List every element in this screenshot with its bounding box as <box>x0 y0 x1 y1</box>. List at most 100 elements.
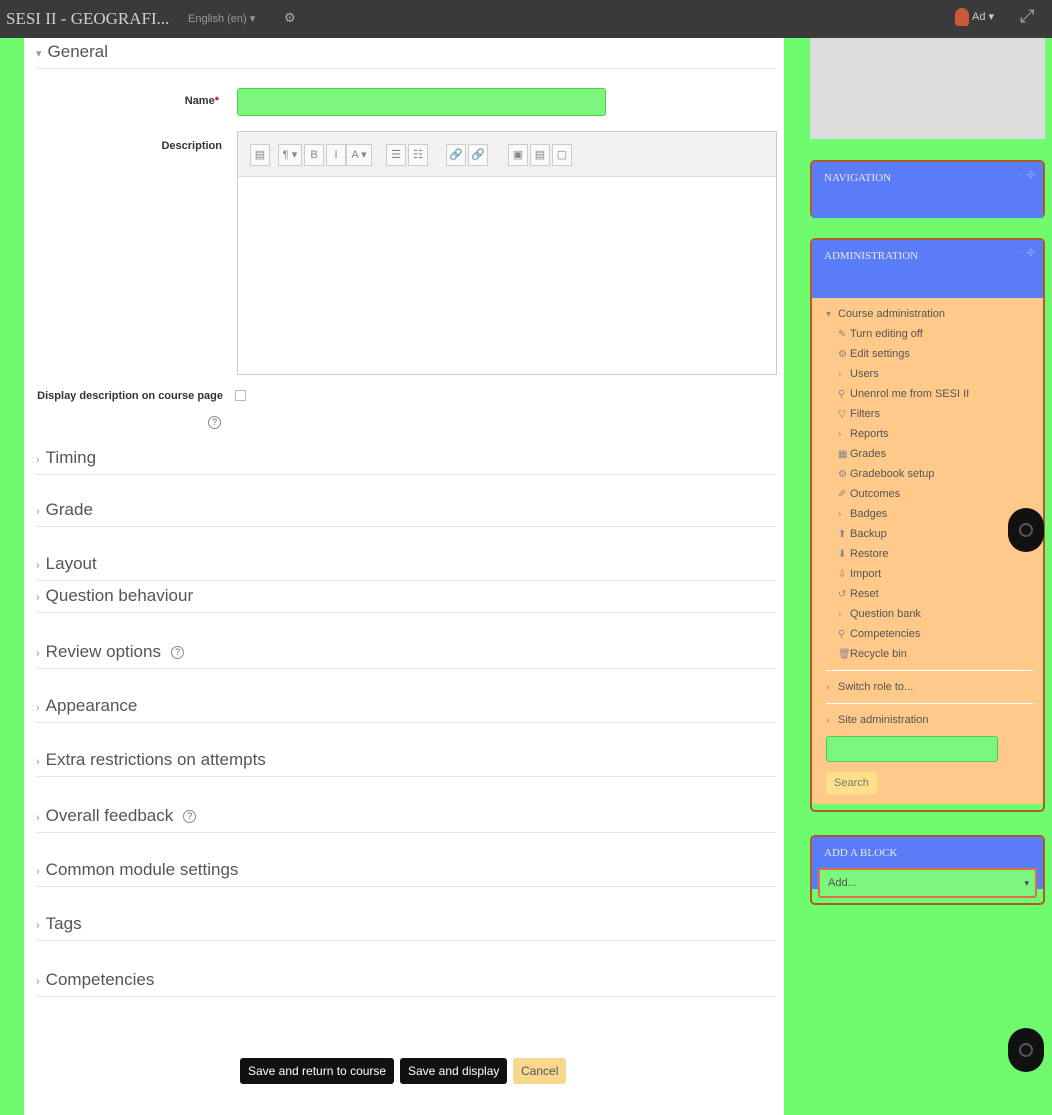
block-controls-icon[interactable]: − ✣ <box>1018 248 1035 259</box>
section-label: Competencies <box>45 970 155 989</box>
section-timing[interactable]: › Timing <box>36 448 776 475</box>
user-menu[interactable]: Ad ▾ <box>955 8 994 26</box>
toolbar-button[interactable]: ☰ <box>386 144 406 166</box>
switch-role-node[interactable]: › Switch role to... <box>826 677 1033 697</box>
toolbar-button[interactable]: I <box>326 144 346 166</box>
language-menu[interactable]: English (en) ▾ <box>188 12 255 25</box>
block-controls-icon[interactable]: − ✣ <box>1018 170 1035 181</box>
toolbar-button[interactable]: A ▾ <box>346 144 372 166</box>
section-competencies[interactable]: › Competencies <box>36 970 776 997</box>
chevron-right-icon: › <box>838 369 842 380</box>
grades-icon: ▦ <box>838 449 848 460</box>
save-display-button[interactable]: Save and display <box>400 1058 508 1084</box>
section-general[interactable]: ▾ General <box>36 42 776 69</box>
competencies-icon: ⚲ <box>838 629 846 640</box>
admin-item-label: Turn editing off <box>850 328 923 340</box>
section-layout[interactable]: › Layout <box>36 554 776 581</box>
admin-item[interactable]: ⚙ Edit settings <box>826 344 1033 364</box>
dock-toggle-icon[interactable] <box>1008 1028 1044 1072</box>
admin-item-label: Reset <box>850 588 879 600</box>
chevron-right-icon: › <box>36 454 40 466</box>
administration-header[interactable]: ADMINISTRATION − ✣ <box>812 240 1043 298</box>
admin-item[interactable]: ▽ Filters <box>826 404 1033 424</box>
help-icon[interactable]: ? <box>183 810 197 824</box>
chevron-right-icon: › <box>36 812 40 824</box>
admin-item[interactable]: ▦ Grades <box>826 444 1033 464</box>
navigation-block: NAVIGATION − ✣ <box>810 160 1045 218</box>
top-navbar: SESI II - GEOGRAFI... English (en) ▾ ⚙ A… <box>0 0 1052 38</box>
admin-item[interactable]: › Users <box>826 364 1033 384</box>
chevron-right-icon: › <box>36 866 40 878</box>
toolbar-button[interactable]: 🔗 <box>468 144 488 166</box>
section-tags[interactable]: › Tags <box>36 914 776 941</box>
section-label: Extra restrictions on attempts <box>45 750 266 769</box>
section-label: Tags <box>45 914 82 933</box>
chevron-down-icon: ▾ <box>36 48 42 60</box>
course-administration-node[interactable]: ▾ Course administration <box>826 304 1033 324</box>
help-icon[interactable]: ? <box>208 416 221 429</box>
section-common-module-settings[interactable]: › Common module settings <box>36 860 776 887</box>
admin-item[interactable]: ⚲ Unenrol me from SESI II <box>826 384 1033 404</box>
section-overall-feedback[interactable]: › Overall feedback? <box>36 806 776 833</box>
toolbar-button[interactable]: ☷ <box>408 144 428 166</box>
section-review-options[interactable]: › Review options? <box>36 642 776 669</box>
section-label: Common module settings <box>45 860 239 879</box>
section-appearance[interactable]: › Appearance <box>36 696 776 723</box>
toolbar-button[interactable]: 🔗 <box>446 144 466 166</box>
gear-icon[interactable]: ⚙ <box>284 10 296 26</box>
admin-item[interactable]: ⬇ Restore <box>826 544 1033 564</box>
toolbar-button[interactable]: ▤ <box>250 144 270 166</box>
section-grade[interactable]: › Grade <box>36 500 776 527</box>
toolbar-button[interactable]: B <box>304 144 324 166</box>
dock-toggle-icon[interactable] <box>1008 508 1044 552</box>
expand-icon[interactable]: ⤢ <box>1020 6 1034 27</box>
admin-item[interactable]: › Badges <box>826 504 1033 524</box>
cancel-button[interactable]: Cancel <box>513 1058 567 1084</box>
display-description-label: Display description on course page <box>37 390 223 402</box>
chevron-right-icon: › <box>36 756 40 768</box>
admin-item[interactable]: › Reports <box>826 424 1033 444</box>
add-block-select[interactable]: Add... ▾ <box>818 868 1037 898</box>
site-administration-node[interactable]: › Site administration <box>826 710 1033 730</box>
admin-item[interactable]: › Question bank <box>826 604 1033 624</box>
filter-icon: ▽ <box>838 409 846 420</box>
navigation-header[interactable]: NAVIGATION − ✣ <box>812 162 1043 218</box>
block-title: ADD A BLOCK <box>824 847 898 859</box>
admin-item-label: Reports <box>850 428 889 440</box>
admin-item[interactable]: ✐ Outcomes <box>826 484 1033 504</box>
section-label: Layout <box>45 554 97 573</box>
toolbar-button[interactable]: ▤ <box>530 144 550 166</box>
admin-item[interactable]: ⚲ Competencies <box>826 624 1033 644</box>
chevron-right-icon: › <box>838 509 842 520</box>
course-title-link[interactable]: SESI II - GEOGRAFI... <box>6 9 169 29</box>
section-extra-restrictions-on-attempts[interactable]: › Extra restrictions on attempts <box>36 750 776 777</box>
admin-item[interactable]: 🗑Recycle bin <box>826 644 1033 664</box>
admin-search-button[interactable]: Search <box>826 772 877 794</box>
backup-icon: ⬆ <box>838 529 847 540</box>
display-description-checkbox[interactable] <box>235 390 246 401</box>
admin-item[interactable]: ↺ Reset <box>826 584 1033 604</box>
toolbar-button[interactable]: ▢ <box>552 144 572 166</box>
block-title: NAVIGATION <box>824 172 892 184</box>
save-return-button[interactable]: Save and return to course <box>240 1058 395 1084</box>
description-editor[interactable]: ▤ ¶ ▾ B I A ▾ ☰ ☷ 🔗 🔗 ▣ ▤ ▢ <box>237 131 777 375</box>
outcomes-icon: ✐ <box>838 489 847 500</box>
toolbar-button[interactable]: ¶ ▾ <box>278 144 302 166</box>
placeholder-block <box>810 38 1045 139</box>
name-input[interactable] <box>237 88 606 116</box>
section-label: Review options <box>45 642 161 661</box>
chevron-right-icon: › <box>36 702 40 714</box>
admin-item[interactable]: ✎ Turn editing off <box>826 324 1033 344</box>
admin-search-input[interactable] <box>826 736 998 762</box>
section-question-behaviour[interactable]: › Question behaviour <box>36 586 776 613</box>
section-label: General <box>47 42 109 61</box>
admin-item[interactable]: ⬆ Backup <box>826 524 1033 544</box>
help-icon[interactable]: ? <box>170 646 184 660</box>
restore-icon: ⬇ <box>838 549 847 560</box>
admin-item[interactable]: ⇩ Import <box>826 564 1033 584</box>
toolbar-button[interactable]: ▣ <box>508 144 528 166</box>
user-menu-label: Ad ▾ <box>972 10 995 23</box>
chevron-right-icon: › <box>36 506 40 518</box>
admin-item[interactable]: ⚙ Gradebook setup <box>826 464 1033 484</box>
admin-item-label: Question bank <box>850 608 921 620</box>
